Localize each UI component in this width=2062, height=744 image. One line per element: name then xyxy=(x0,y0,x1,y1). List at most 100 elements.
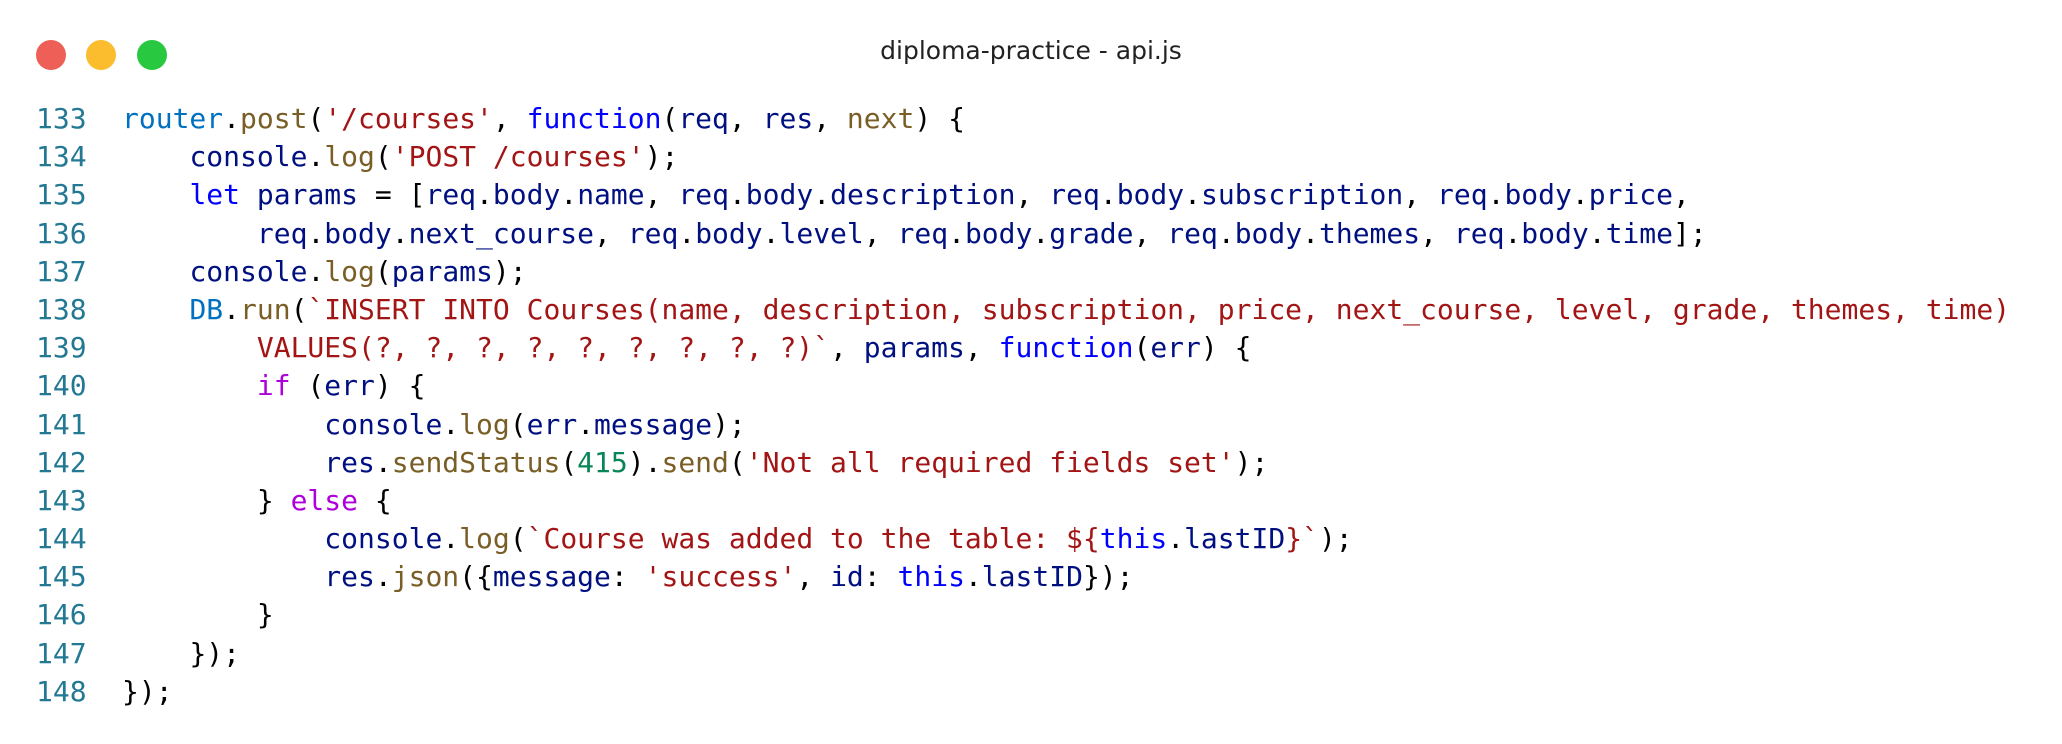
code-token: , xyxy=(492,102,527,135)
code-line[interactable]: 134 console.log('POST /courses'); xyxy=(0,138,2062,176)
code-token: err xyxy=(526,407,578,441)
code-token: . xyxy=(307,216,325,250)
code-token: }); xyxy=(1082,560,1134,594)
code-token: , xyxy=(594,216,628,250)
code-token: body xyxy=(1234,216,1303,250)
code-token: ( xyxy=(509,522,527,556)
line-source: res.json({message: 'success', id: this.l… xyxy=(122,558,1134,596)
code-token: . xyxy=(1571,178,1589,212)
line-number: 147 xyxy=(36,636,87,670)
code-token: . xyxy=(476,178,493,212)
code-token: , xyxy=(1420,216,1454,250)
code-token: message xyxy=(492,560,611,594)
code-line[interactable]: 138 DB.run(`INSERT INTO Courses(name, de… xyxy=(0,291,2062,329)
code-line[interactable]: 147 }); xyxy=(0,635,2062,673)
line-source: res.sendStatus(415).send('Not all requir… xyxy=(122,444,1268,482)
code-token: req xyxy=(425,178,477,212)
code-token: req xyxy=(1049,178,1100,212)
code-token: else xyxy=(290,483,359,517)
code-token: req xyxy=(897,216,949,250)
line-number: 146 xyxy=(36,598,87,632)
code-line[interactable]: 144 console.log(`Course was added to the… xyxy=(0,520,2062,558)
code-token: . xyxy=(762,216,780,250)
code-token: ({ xyxy=(459,560,493,594)
line-source: if (err) { xyxy=(122,367,426,405)
code-token: , xyxy=(1403,178,1437,212)
code-token: ( xyxy=(509,407,527,441)
code-line[interactable]: 142 res.sendStatus(415).send('Not all re… xyxy=(0,444,2062,482)
code-line[interactable]: 145 res.json({message: 'success', id: th… xyxy=(0,558,2062,596)
code-token: ); xyxy=(1234,445,1269,479)
code-token: req xyxy=(627,216,679,250)
line-number: 144 xyxy=(36,522,87,556)
code-token: = [ xyxy=(358,178,426,212)
line-source: let params = [req.body.name, req.body.de… xyxy=(122,176,1689,214)
code-token: console xyxy=(189,140,308,174)
code-line[interactable]: 139 VALUES(?, ?, ?, ?, ?, ?, ?, ?, ?)`, … xyxy=(0,329,2062,367)
code-token: this xyxy=(1099,522,1168,556)
line-number: 133 xyxy=(36,102,87,135)
line-number: 148 xyxy=(36,674,87,708)
code-token: . xyxy=(1167,522,1185,556)
window-title: diploma-practice - api.js xyxy=(880,36,1182,65)
code-token: , xyxy=(964,331,999,365)
code-token: function xyxy=(526,102,662,135)
code-token: . xyxy=(948,216,965,250)
code-token: ) { xyxy=(1200,331,1252,365)
code-line[interactable]: 135 let params = [req.body.name, req.bod… xyxy=(0,176,2062,214)
code-token: function xyxy=(998,331,1134,365)
code-token: json xyxy=(391,560,460,594)
line-number: 136 xyxy=(36,216,87,250)
code-token: . xyxy=(442,407,460,441)
line-source: console.log(err.message); xyxy=(122,406,745,444)
code-token: , xyxy=(728,102,763,135)
code-token: name xyxy=(577,178,645,212)
code-token: , xyxy=(796,560,831,594)
code-line[interactable]: 146 } xyxy=(0,596,2062,634)
code-editor[interactable]: 133 router.post('/courses', function(req,… xyxy=(0,100,2062,711)
code-token: 'POST /courses' xyxy=(391,140,645,174)
code-token: . xyxy=(1184,178,1201,212)
code-token: ); xyxy=(644,140,679,174)
code-token: params xyxy=(863,331,965,365)
code-token: . xyxy=(964,560,982,594)
code-token: , xyxy=(830,331,864,365)
code-line[interactable]: 136 req.body.next_course, req.body.level… xyxy=(0,215,2062,253)
code-token: ( xyxy=(1133,331,1151,365)
code-token: ]; xyxy=(1673,216,1707,250)
code-token: sendStatus xyxy=(391,445,561,479)
code-token: body xyxy=(964,216,1033,250)
line-number: 138 xyxy=(36,292,87,326)
code-token: params xyxy=(256,178,359,212)
code-token: price xyxy=(1588,178,1674,212)
code-token: 'success' xyxy=(644,560,797,594)
code-token: . xyxy=(391,216,409,250)
code-line[interactable]: 143 } else { xyxy=(0,482,2062,520)
code-token: : xyxy=(610,560,645,594)
code-token: . xyxy=(1504,216,1522,250)
code-token: }); xyxy=(122,674,173,708)
line-number: 134 xyxy=(36,140,87,174)
code-line[interactable]: 133 router.post('/courses', function(req,… xyxy=(0,100,2062,138)
code-line[interactable]: 141 console.log(err.message); xyxy=(0,406,2062,444)
code-token: body xyxy=(745,178,814,212)
line-source: router.post('/courses', function(req, re… xyxy=(122,100,965,138)
code-token: res xyxy=(324,560,375,594)
code-token: req xyxy=(1453,216,1505,250)
code-line[interactable]: 140 if (err) { xyxy=(0,367,2062,405)
line-number: 137 xyxy=(36,254,87,288)
code-line[interactable]: 137 console.log(params); xyxy=(0,253,2062,291)
code-token: `INSERT INTO Courses(name, description, … xyxy=(307,292,2011,326)
code-token: : xyxy=(863,560,898,594)
code-line[interactable]: 148}); xyxy=(0,673,2062,711)
code-token: let xyxy=(189,178,241,212)
code-token: req xyxy=(678,178,729,212)
